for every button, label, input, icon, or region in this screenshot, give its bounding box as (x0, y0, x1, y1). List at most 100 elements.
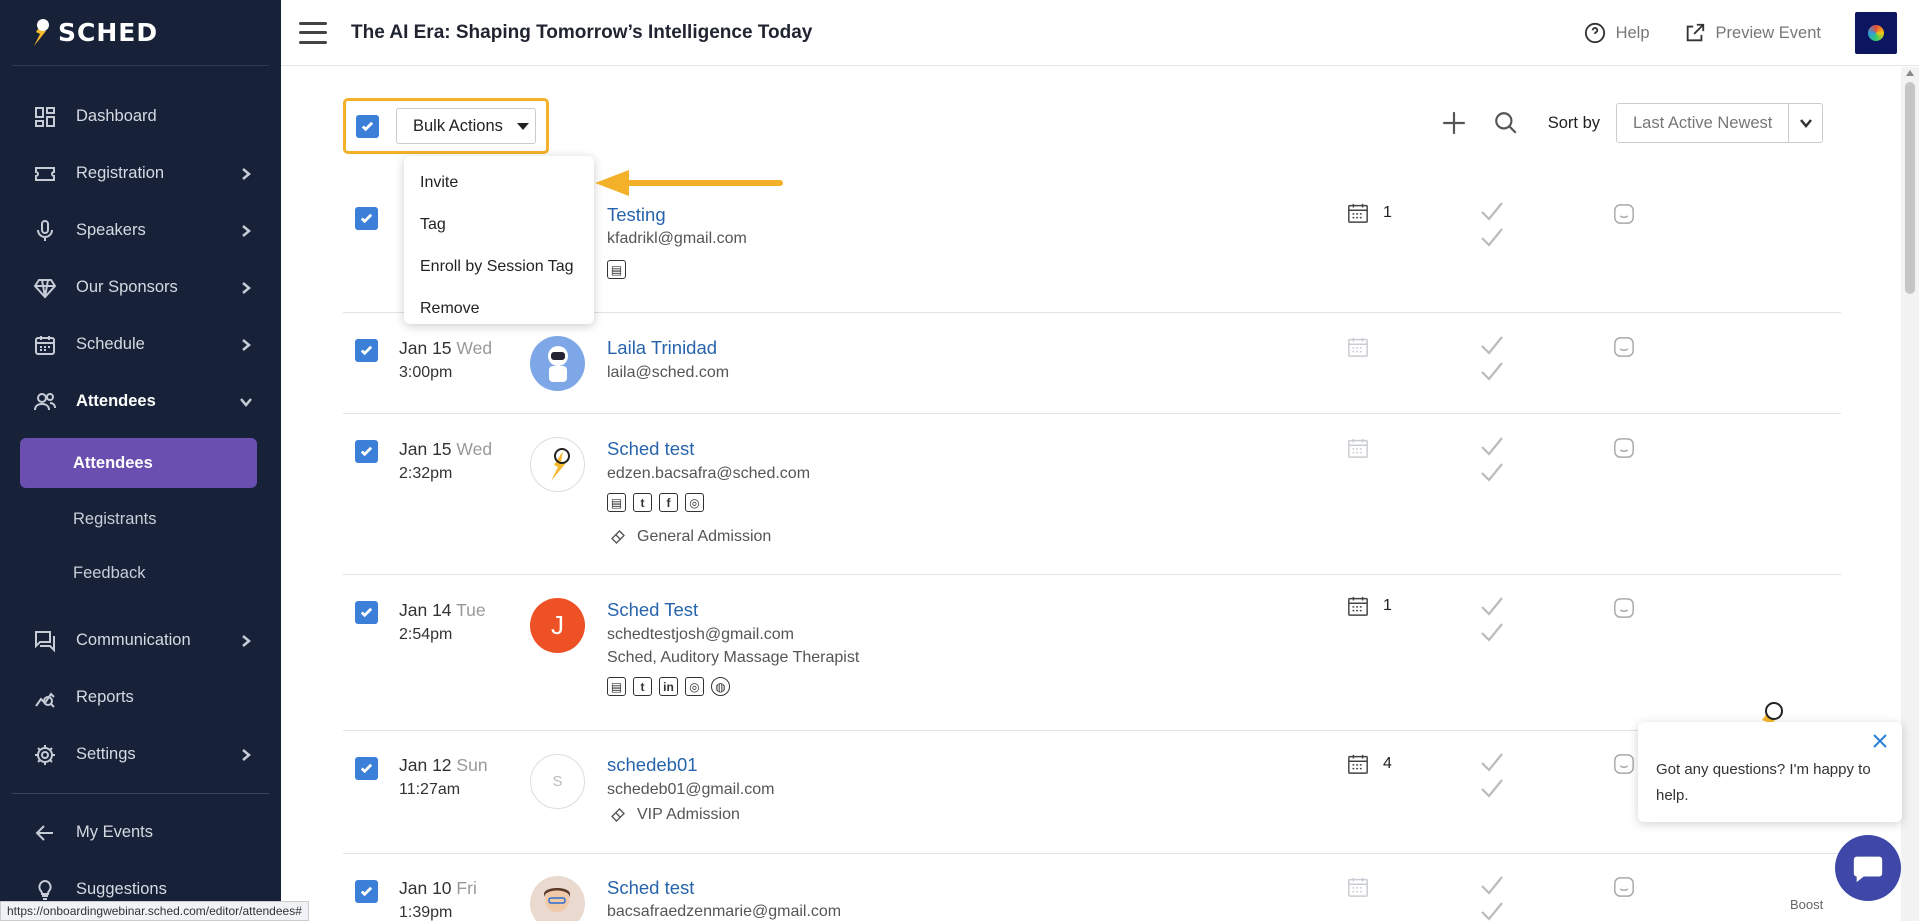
check-icon (360, 763, 373, 774)
attendee-name[interactable]: Sched test (607, 877, 694, 899)
row-checkbox[interactable] (355, 757, 378, 780)
avatar[interactable] (530, 437, 585, 492)
diamond-icon (32, 275, 58, 301)
sidebar-item-my-events[interactable]: My Events (0, 804, 281, 861)
sidebar-item-schedule[interactable]: Schedule (0, 316, 281, 373)
close-icon[interactable] (1872, 732, 1888, 748)
users-icon (32, 389, 58, 415)
bulk-actions-menu: Invite Tag Enroll by Session Tag Remove (404, 156, 594, 324)
scrollbar-thumb[interactable] (1905, 82, 1915, 294)
sidebar-item-label: Reports (76, 688, 134, 706)
table-row[interactable]: Jan 10 Fri 1:39pm Sched test bacsafraedz… (343, 854, 1841, 921)
ticket-type: VIP Admission (609, 806, 740, 824)
scrollbar[interactable] (1901, 67, 1919, 921)
sidebar-subitem-registrants[interactable]: Registrants (0, 492, 281, 546)
chevron-right-icon (239, 281, 253, 295)
attendee-name[interactable]: Testing (607, 204, 666, 226)
status-checks (1480, 435, 1504, 487)
chevron-right-icon (239, 338, 253, 352)
sidebar-divider (12, 793, 269, 794)
check-icon (1481, 597, 1503, 616)
row-checkbox[interactable] (355, 207, 378, 230)
status-checks (1480, 874, 1504, 921)
attendee-date: Jan 15 Wed (399, 338, 493, 358)
calendar-icon (1348, 877, 1368, 897)
sidebar-item-sponsors[interactable]: Our Sponsors (0, 259, 281, 316)
boost-label: Boost (1790, 897, 1824, 912)
twitter-icon[interactable]: t (633, 493, 652, 512)
table-row[interactable]: Jan 15 Wed 2:32pm Sched test edzen.bacsa… (343, 414, 1841, 575)
sidebar-item-dashboard[interactable]: Dashboard (0, 88, 281, 145)
attendee-date: Jan 12 Sun (399, 755, 488, 775)
smile-icon[interactable] (1613, 203, 1635, 225)
attendee-date: Jan 10 Fri (399, 878, 477, 898)
linkedin-icon[interactable]: in (659, 677, 678, 696)
status-checks (1480, 200, 1504, 252)
hamburger-menu-icon[interactable] (299, 21, 327, 44)
session-count (1347, 437, 1383, 459)
chevron-down-icon (239, 395, 253, 409)
sidebar-item-attendees[interactable]: Attendees (0, 373, 281, 430)
menu-item-remove[interactable]: Remove (404, 288, 594, 330)
avatar[interactable] (530, 876, 585, 921)
chevron-right-icon (239, 167, 253, 181)
smile-icon[interactable] (1613, 437, 1635, 459)
attendee-name[interactable]: schedeb01 (607, 754, 698, 776)
menu-item-tag[interactable]: Tag (404, 204, 594, 246)
calendar-icon (1348, 203, 1368, 223)
sidebar-item-settings[interactable]: Settings (0, 726, 281, 783)
facebook-icon[interactable]: f (659, 493, 678, 512)
profile-card-icon[interactable]: ▤ (607, 677, 626, 696)
avatar[interactable]: S (530, 754, 585, 809)
attendee-email: schedeb01@gmail.com (607, 781, 775, 798)
menu-item-enroll-by-session-tag[interactable]: Enroll by Session Tag (404, 246, 594, 288)
smile-icon[interactable] (1613, 876, 1635, 898)
check-icon (1481, 202, 1503, 221)
sidebar-item-label: Speakers (76, 221, 146, 239)
table-row[interactable]: Jan 14 Tue 2:54pm J Sched Test schedtest… (343, 575, 1841, 731)
smile-icon[interactable] (1613, 597, 1635, 619)
menu-item-invite[interactable]: Invite (404, 162, 594, 204)
event-thumbnail[interactable] (1855, 12, 1897, 54)
sidebar-item-label: Communication (76, 631, 191, 649)
profile-card-icon[interactable]: ▤ (607, 493, 626, 512)
check-icon (1481, 779, 1503, 798)
row-checkbox[interactable] (355, 601, 378, 624)
row-checkbox[interactable] (355, 880, 378, 903)
check-icon (360, 607, 373, 618)
smile-icon[interactable] (1613, 336, 1635, 358)
profile-card-icon[interactable]: ▤ (607, 260, 626, 279)
row-checkbox[interactable] (355, 440, 378, 463)
reports-icon (32, 685, 58, 711)
table-row[interactable]: Jan 12 Sun 11:27am S schedeb01 schedeb01… (343, 731, 1841, 854)
attendee-name[interactable]: Laila Trinidad (607, 337, 717, 359)
attendee-email: schedtestjosh@gmail.com (607, 626, 794, 643)
sidebar-item-reports[interactable]: Reports (0, 669, 281, 726)
sidebar-item-speakers[interactable]: Speakers (0, 202, 281, 259)
sidebar-nav: Dashboard Registration Speakers Our Spon… (0, 66, 281, 430)
scroll-up-arrow-icon[interactable] (1906, 70, 1914, 76)
website-icon[interactable]: ◍ (711, 677, 730, 696)
chat-message-bubble[interactable]: Got any questions? I'm happy to help. (1638, 722, 1902, 822)
instagram-icon[interactable]: ◎ (685, 493, 704, 512)
chevron-right-icon (239, 224, 253, 238)
attendee-name[interactable]: Sched test (607, 438, 694, 460)
sched-logo[interactable]: SCHED (12, 0, 269, 66)
row-checkbox[interactable] (355, 339, 378, 362)
instagram-icon[interactable]: ◎ (685, 677, 704, 696)
avatar[interactable] (530, 336, 585, 391)
sidebar-item-registration[interactable]: Registration (0, 145, 281, 202)
attendee-time: 1:39pm (399, 904, 453, 921)
arrow-left-icon (32, 820, 58, 846)
twitter-icon[interactable]: t (633, 677, 652, 696)
sidebar-subitem-feedback[interactable]: Feedback (0, 546, 281, 600)
check-icon (1481, 753, 1503, 772)
sidebar-subitem-attendees[interactable]: Attendees (20, 438, 257, 488)
chat-launcher-button[interactable] (1835, 835, 1901, 901)
ticket-icon (32, 161, 58, 187)
sidebar-item-communication[interactable]: Communication (0, 612, 281, 669)
avatar[interactable]: J (530, 598, 585, 653)
attendee-name[interactable]: Sched Test (607, 599, 698, 621)
attendee-time: 3:00pm (399, 364, 453, 381)
smile-icon[interactable] (1613, 753, 1635, 775)
